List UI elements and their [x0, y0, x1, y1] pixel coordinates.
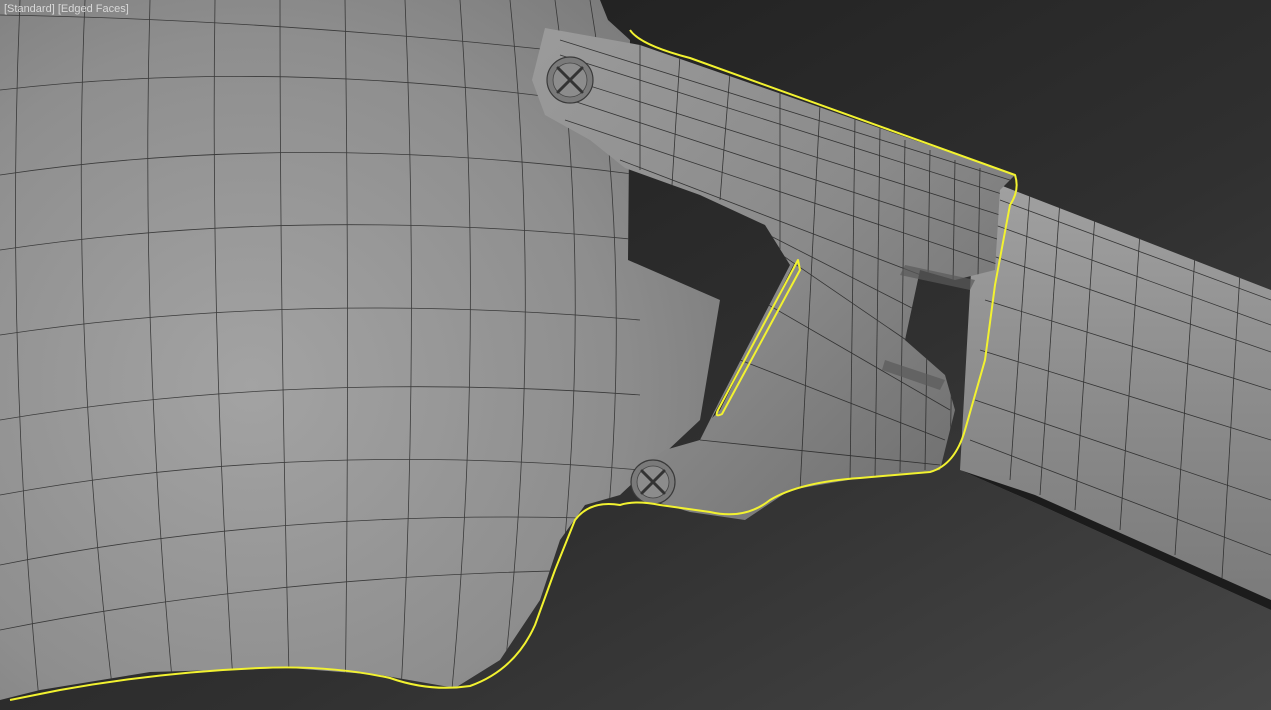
screw-head-icon[interactable] [630, 459, 676, 505]
screw-head-icon[interactable] [546, 56, 594, 104]
shading-mode-menu[interactable]: [Standard] [4, 3, 55, 15]
3d-scene-canvas[interactable] [0, 0, 1271, 710]
viewport-label[interactable]: [Standard] [Edged Faces] [4, 3, 129, 16]
edged-faces-menu[interactable]: [Edged Faces] [58, 3, 129, 15]
perspective-viewport[interactable]: [Standard] [Edged Faces] [0, 0, 1271, 710]
